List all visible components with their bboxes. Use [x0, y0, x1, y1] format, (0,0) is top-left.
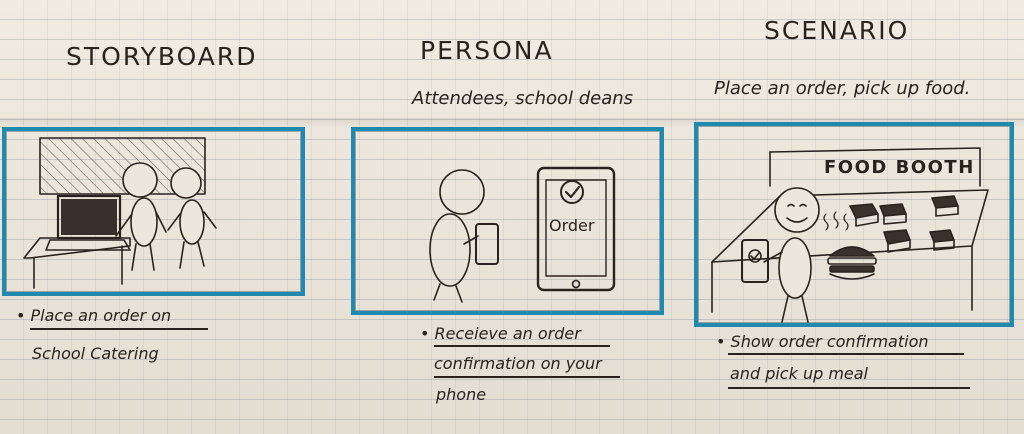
caption-1-text-1: Place an order on: [30, 306, 172, 325]
caption-2-text-1: Receieve an order: [434, 324, 581, 343]
caption-1-line-1: • Place an order on: [16, 306, 172, 325]
panel-1-sketch: [23, 137, 217, 289]
panel-2-sketch: [429, 166, 616, 303]
caption-3-line-2: and pick up meal: [730, 364, 868, 383]
food-booth-sign: FOOD BOOTH: [824, 157, 975, 178]
phone-order-label: Order: [549, 216, 595, 235]
caption-underline: [728, 387, 970, 389]
person-icon: [167, 167, 217, 269]
caption-underline: [434, 376, 620, 378]
caption-underline: [30, 328, 208, 330]
caption-underline: [728, 353, 964, 355]
burger-icon: [827, 246, 877, 280]
check-circle-icon: [560, 180, 584, 204]
phone-check-icon: [741, 239, 769, 283]
caption-1-line-2: School Catering: [32, 344, 159, 363]
caption-underline: [434, 345, 610, 347]
steam-icon: [823, 211, 849, 231]
smiling-person-icon: [763, 187, 820, 323]
caption-3-text-1: Show order confirmation: [730, 332, 929, 351]
food-box-icon: [849, 195, 959, 245]
caption-2-line-3: phone: [436, 385, 487, 404]
caption-2-line-2: confirmation on your: [434, 354, 602, 373]
laptop-icon: [45, 194, 131, 251]
small-phone-icon: [475, 223, 499, 265]
